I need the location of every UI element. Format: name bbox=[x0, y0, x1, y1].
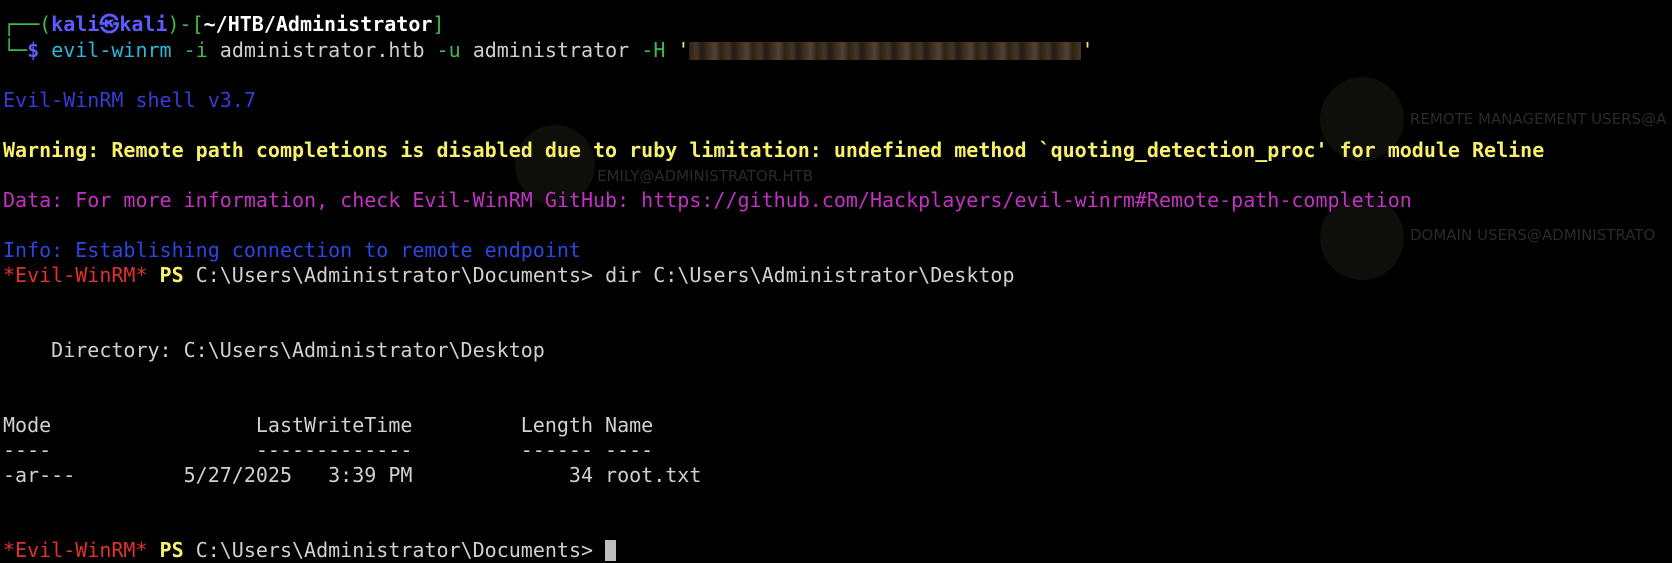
info-message: Info: Establishing connection to remote … bbox=[3, 238, 581, 262]
redacted-hash bbox=[689, 42, 1082, 60]
ps-label: PS bbox=[159, 538, 184, 562]
table-header: Mode LastWriteTime Length Name bbox=[3, 413, 654, 437]
prompt-user: kali bbox=[51, 12, 100, 36]
ps-command: dir C:\Users\Administrator\Desktop bbox=[605, 263, 1015, 287]
table-row: -ar--- 5/27/2025 3:39 PM 34 root.txt bbox=[3, 463, 702, 487]
ps-label: PS bbox=[159, 263, 184, 287]
data-message: Data: For more information, check Evil-W… bbox=[3, 188, 1412, 212]
command-flag-h: -H bbox=[641, 38, 666, 62]
ps-prompt-line: *Evil-WinRM* PS C:\Users\Administrator\D… bbox=[3, 263, 1015, 287]
ps-prefix: *Evil-WinRM* bbox=[3, 263, 148, 287]
warning-message: Warning: Remote path completions is disa… bbox=[3, 138, 1545, 162]
prompt-separator: )-[ bbox=[167, 12, 204, 36]
text-cursor[interactable] bbox=[605, 540, 617, 561]
command-flag-u: -u bbox=[436, 38, 461, 62]
command-user: administrator bbox=[472, 38, 630, 62]
ps-prefix: *Evil-WinRM* bbox=[3, 538, 148, 562]
command-flag-i: -i bbox=[183, 38, 208, 62]
hash-quote-close: ' bbox=[1081, 38, 1094, 62]
prompt-path: ~/HTB/Administrator bbox=[203, 12, 433, 36]
command-target: administrator.htb bbox=[219, 38, 425, 62]
prompt-corner-top: ┌──( bbox=[3, 12, 52, 36]
ps-path: C:\Users\Administrator\Documents> bbox=[195, 538, 594, 562]
terminal-window[interactable]: ┌──(kali㉿kali)-[~/HTB/Administrator] └─$… bbox=[3, 0, 1672, 563]
ps-prompt-line[interactable]: *Evil-WinRM* PS C:\Users\Administrator\D… bbox=[3, 538, 617, 562]
command-line: └─$ evil-winrm -i administrator.htb -u a… bbox=[3, 38, 1094, 62]
prompt-dollar: $ bbox=[27, 38, 40, 62]
hash-quote-open: ' bbox=[677, 38, 690, 62]
prompt-corner-bottom: └─ bbox=[3, 38, 28, 62]
table-divider: ---- ------------- ------ ---- bbox=[3, 438, 654, 462]
directory-heading: Directory: C:\Users\Administrator\Deskto… bbox=[3, 338, 545, 362]
prompt-line: ┌──(kali㉿kali)-[~/HTB/Administrator] bbox=[3, 12, 444, 36]
ps-path: C:\Users\Administrator\Documents> bbox=[195, 263, 594, 287]
skull-icon: ㉿ bbox=[99, 12, 120, 36]
command-tool: evil-winrm bbox=[51, 38, 172, 62]
prompt-close-bracket: ] bbox=[432, 12, 445, 36]
shell-banner: Evil-WinRM shell v3.7 bbox=[3, 88, 256, 112]
prompt-host: kali bbox=[119, 12, 168, 36]
